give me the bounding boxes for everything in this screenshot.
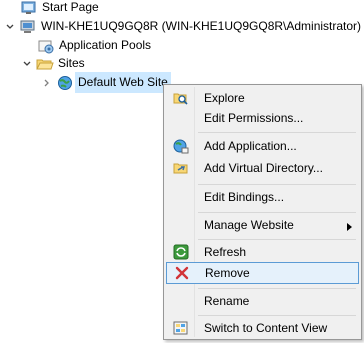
menu-separator xyxy=(198,184,356,185)
tree-item-label: WIN-KHE1UQ9GQ8R (WIN-KHE1UQ9GQ8R\Adminis… xyxy=(41,19,362,33)
tree-item-label: Application Pools xyxy=(59,38,152,52)
menu-item-label: Remove xyxy=(205,266,250,280)
menu-separator xyxy=(198,239,356,240)
submenu-arrow-icon xyxy=(347,220,353,234)
menu-item-switch-to-content-view[interactable]: Switch to Content View xyxy=(166,317,359,339)
menu-item-explore[interactable]: Explore xyxy=(166,87,359,109)
context-menu: Explore Edit Permissions... Add Applicat… xyxy=(163,84,362,340)
tree-item-start-page[interactable]: Start Page xyxy=(20,0,99,17)
menu-item-label: Edit Bindings... xyxy=(204,190,285,204)
tree-item-sites[interactable]: Sites xyxy=(22,54,85,73)
menu-item-edit-bindings[interactable]: Edit Bindings... xyxy=(166,186,359,208)
chevron-down-icon[interactable] xyxy=(22,59,32,69)
chevron-down-icon[interactable] xyxy=(5,22,15,32)
add-application-icon xyxy=(170,137,192,155)
menu-separator xyxy=(198,288,356,289)
tree-item-label: Sites xyxy=(58,56,85,70)
remove-icon xyxy=(171,264,193,282)
tree-item-default-web-site[interactable]: Default Web Site xyxy=(42,72,171,93)
menu-item-add-virtual-directory[interactable]: Add Virtual Directory... xyxy=(166,157,359,179)
tree-item-application-pools[interactable]: Application Pools xyxy=(37,36,151,55)
menu-item-refresh[interactable]: Refresh xyxy=(166,241,359,263)
menu-item-label: Explore xyxy=(204,91,245,105)
menu-item-label: Add Virtual Directory... xyxy=(204,161,323,175)
menu-item-label: Manage Website xyxy=(204,218,294,232)
start-page-icon xyxy=(20,0,38,16)
globe-icon xyxy=(56,75,74,91)
menu-separator xyxy=(198,315,356,316)
menu-item-manage-website[interactable]: Manage Website xyxy=(166,214,359,236)
menu-item-label: Rename xyxy=(204,294,250,308)
refresh-icon xyxy=(170,243,192,261)
tree-item-label: Start Page xyxy=(42,0,99,14)
chevron-right-icon[interactable] xyxy=(42,78,52,88)
menu-item-add-application[interactable]: Add Application... xyxy=(166,135,359,157)
application-pools-icon xyxy=(37,38,55,54)
tree-item-server[interactable]: WIN-KHE1UQ9GQ8R (WIN-KHE1UQ9GQ8R\Adminis… xyxy=(5,17,361,36)
explore-icon xyxy=(170,89,192,107)
menu-item-label: Add Application... xyxy=(204,139,297,153)
server-icon xyxy=(19,19,37,35)
folder-icon xyxy=(36,56,54,72)
menu-item-edit-permissions[interactable]: Edit Permissions... xyxy=(166,107,359,129)
content-view-icon xyxy=(170,319,192,337)
menu-item-remove[interactable]: Remove xyxy=(166,262,359,284)
menu-item-label: Switch to Content View xyxy=(204,321,328,335)
menu-separator xyxy=(198,212,356,213)
tree-item-label: Default Web Site xyxy=(75,72,171,93)
add-virtual-directory-icon xyxy=(170,159,192,177)
menu-item-rename[interactable]: Rename xyxy=(166,290,359,312)
menu-item-label: Refresh xyxy=(204,245,247,259)
menu-item-label: Edit Permissions... xyxy=(204,111,304,125)
menu-separator xyxy=(198,132,356,133)
